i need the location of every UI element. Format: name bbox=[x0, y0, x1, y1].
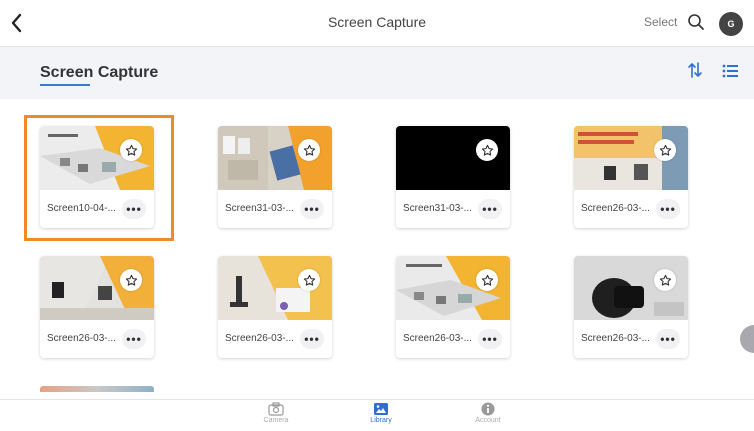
favorite-star-icon[interactable] bbox=[476, 139, 498, 161]
camera-icon bbox=[268, 402, 284, 416]
capture-card[interactable]: Screen26-03-... ••• bbox=[396, 256, 510, 358]
tab-library[interactable]: Library bbox=[351, 402, 411, 424]
favorite-star-icon[interactable] bbox=[120, 269, 142, 291]
capture-card[interactable]: Screen26-03-... ••• bbox=[574, 256, 688, 358]
capture-name: Screen26-03-... bbox=[225, 333, 294, 344]
capture-name: Screen26-03-... bbox=[581, 333, 650, 344]
top-bar: Screen Capture Select G bbox=[0, 0, 754, 47]
favorite-star-icon[interactable] bbox=[298, 139, 320, 161]
favorite-star-icon[interactable] bbox=[654, 269, 676, 291]
capture-card[interactable]: Screen26-03-... ••• bbox=[40, 256, 154, 358]
favorite-star-icon[interactable] bbox=[120, 139, 142, 161]
capture-card-partial[interactable] bbox=[40, 386, 154, 392]
capture-name: Screen26-03-... bbox=[581, 203, 650, 214]
list-view-icon[interactable] bbox=[722, 64, 738, 78]
search-icon[interactable] bbox=[687, 13, 705, 31]
tab-account-label: Account bbox=[475, 417, 501, 424]
more-options-button[interactable]: ••• bbox=[300, 199, 324, 219]
favorite-star-icon[interactable] bbox=[298, 269, 320, 291]
capture-name: Screen31-03-... bbox=[225, 203, 294, 214]
tab-account[interactable]: Account bbox=[458, 402, 518, 424]
select-button[interactable]: Select bbox=[644, 15, 677, 29]
capture-name: Screen26-03-... bbox=[47, 333, 116, 344]
more-options-button[interactable]: ••• bbox=[122, 329, 146, 349]
image-library-icon bbox=[374, 403, 388, 415]
sort-icon[interactable] bbox=[686, 61, 704, 79]
section-header: Screen Capture bbox=[0, 47, 754, 99]
favorite-star-icon[interactable] bbox=[476, 269, 498, 291]
more-options-button[interactable]: ••• bbox=[656, 329, 680, 349]
capture-name: Screen26-03-... bbox=[403, 333, 472, 344]
avatar[interactable]: G bbox=[719, 12, 743, 36]
capture-name: Screen10-04-... bbox=[47, 203, 116, 214]
tab-library-label: Library bbox=[370, 417, 392, 424]
capture-name: Screen31-03-... bbox=[403, 203, 472, 214]
capture-grid: Screen10-04-... ••• Screen31-03-... ••• … bbox=[0, 99, 754, 399]
capture-card[interactable]: Screen31-03-... ••• bbox=[396, 126, 510, 228]
more-options-button[interactable]: ••• bbox=[300, 329, 324, 349]
more-options-button[interactable]: ••• bbox=[656, 199, 680, 219]
page-title: Screen Capture bbox=[327, 14, 427, 30]
bottom-tab-bar: Camera Library Account bbox=[0, 399, 754, 431]
capture-card[interactable]: Screen26-03-... ••• bbox=[574, 126, 688, 228]
info-icon bbox=[481, 402, 495, 416]
section-title-underline bbox=[40, 84, 90, 86]
more-options-button[interactable]: ••• bbox=[122, 199, 146, 219]
more-options-button[interactable]: ••• bbox=[478, 199, 502, 219]
more-options-button[interactable]: ••• bbox=[478, 329, 502, 349]
tab-camera-label: Camera bbox=[263, 417, 289, 424]
favorite-star-icon[interactable] bbox=[654, 139, 676, 161]
capture-card[interactable]: Screen10-04-... ••• bbox=[40, 126, 154, 228]
tab-camera[interactable]: Camera bbox=[246, 402, 306, 424]
capture-card[interactable]: Screen31-03-... ••• bbox=[218, 126, 332, 228]
capture-card[interactable]: Screen26-03-... ••• bbox=[218, 256, 332, 358]
section-title: Screen Capture bbox=[40, 64, 159, 81]
